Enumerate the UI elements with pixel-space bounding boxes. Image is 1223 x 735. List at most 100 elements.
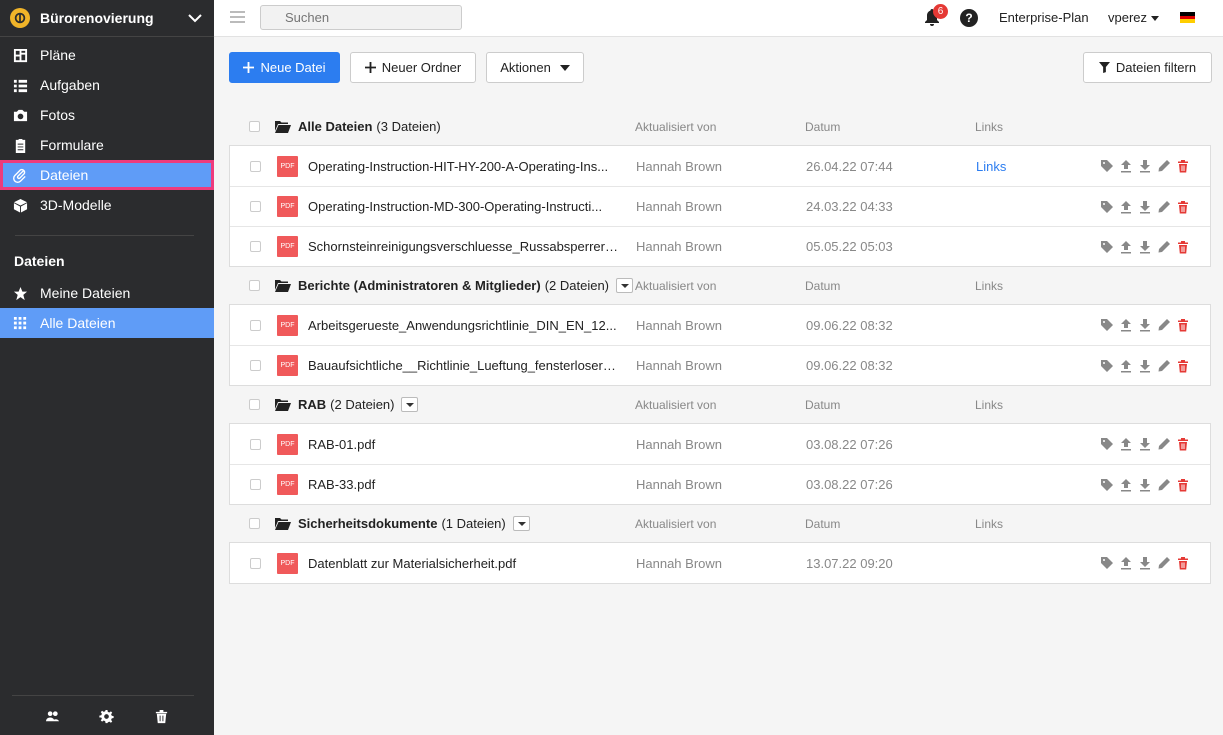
download-icon[interactable] [1138,200,1152,214]
file-row[interactable]: PDF Operating-Instruction-MD-300-Operatin… [230,186,1210,226]
trash-icon[interactable] [1176,556,1190,570]
folder-row[interactable]: Berichte (Administratoren & Mitglieder)(… [229,267,1211,304]
project-switcher[interactable]: Bürorenovierung [0,0,214,37]
download-icon[interactable] [1138,318,1152,332]
file-name[interactable]: RAB-01.pdf [308,437,618,452]
file-row[interactable]: PDF Bauaufsichtliche__Richtlinie_Lueftung… [230,345,1210,385]
column-header-links[interactable]: Links [975,120,1003,134]
folder-dropdown-button[interactable] [616,278,634,293]
file-row[interactable]: PDF Operating-Instruction-HIT-HY-200-A-Op… [230,146,1210,186]
file-name[interactable]: Datenblatt zur Materialsicherheit.pdf [308,556,618,571]
tag-icon[interactable] [1100,556,1114,570]
select-checkbox[interactable] [250,438,261,450]
nav-item-meine-dateien[interactable]: Meine Dateien [0,278,214,308]
folder-dropdown-button[interactable] [512,516,530,531]
search-input[interactable] [285,10,461,25]
upload-icon[interactable] [1119,437,1133,451]
trash-icon[interactable] [1176,159,1190,173]
file-name[interactable]: Operating-Instruction-HIT-HY-200-A-Opera… [308,159,618,174]
links-link[interactable]: Links [976,159,1006,174]
filter-files-button[interactable]: Dateien filtern [1083,52,1212,83]
download-icon[interactable] [1138,359,1152,373]
file-name[interactable]: RAB-33.pdf [308,477,618,492]
actions-button[interactable]: Aktionen [486,52,584,83]
column-header-updated-by[interactable]: Aktualisiert von [635,517,716,531]
new-folder-button[interactable]: Neuer Ordner [350,52,476,83]
select-checkbox[interactable] [250,241,261,252]
trash-icon[interactable] [1176,318,1190,332]
file-row[interactable]: PDF Datenblatt zur Materialsicherheit.pdf… [230,543,1210,583]
tag-icon[interactable] [1100,200,1114,214]
column-header-links[interactable]: Links [975,398,1003,412]
select-checkbox[interactable] [249,399,260,410]
german-flag-icon[interactable] [1180,12,1195,23]
trash-icon[interactable] [1176,240,1190,254]
column-header-links[interactable]: Links [975,517,1003,531]
download-icon[interactable] [1138,240,1152,254]
pencil-icon[interactable] [1157,478,1171,492]
plan-link[interactable]: Enterprise-Plan [999,10,1089,25]
select-checkbox[interactable] [249,280,260,291]
folder-row[interactable]: Alle Dateien (3 Dateien) Aktualisiert von D… [229,108,1211,145]
trash-icon[interactable] [1176,359,1190,373]
upload-icon[interactable] [1119,318,1133,332]
tag-icon[interactable] [1100,437,1114,451]
pencil-icon[interactable] [1157,437,1171,451]
upload-icon[interactable] [1119,359,1133,373]
nav-item-aufgaben[interactable]: Aufgaben [0,70,214,100]
users-icon[interactable] [45,709,60,724]
folder-name[interactable]: Sicherheitsdokumente (1 Dateien) [298,516,530,531]
folder-name[interactable]: RAB (2 Dateien) [298,397,419,412]
file-row[interactable]: PDF Arbeitsgerueste_Anwendungsrichtlinie_… [230,305,1210,345]
download-icon[interactable] [1138,556,1152,570]
folder-name[interactable]: Berichte (Administratoren & Mitglieder)(… [298,278,634,293]
nav-item-formulare[interactable]: Formulare [0,130,214,160]
pencil-icon[interactable] [1157,159,1171,173]
file-name[interactable]: Operating-Instruction-MD-300-Operating-I… [308,199,618,214]
select-checkbox[interactable] [249,518,260,529]
column-header-links[interactable]: Links [975,279,1003,293]
trash-icon[interactable] [1176,437,1190,451]
column-header-updated-by[interactable]: Aktualisiert von [635,279,716,293]
column-header-updated-by[interactable]: Aktualisiert von [635,398,716,412]
trash-icon[interactable] [154,709,169,724]
select-checkbox[interactable] [250,160,261,172]
upload-icon[interactable] [1119,159,1133,173]
file-row[interactable]: PDF RAB-01.pdf Hannah Brown 03.08.22 07:26 [230,424,1210,464]
file-row[interactable]: PDF RAB-33.pdf Hannah Brown 03.08.22 07:26 [230,464,1210,504]
download-icon[interactable] [1138,159,1152,173]
pencil-icon[interactable] [1157,240,1171,254]
folder-dropdown-button[interactable] [401,397,419,412]
nav-item-alle-dateien[interactable]: Alle Dateien [0,308,214,338]
select-checkbox[interactable] [250,479,261,490]
column-header-date[interactable]: Datum [805,517,840,531]
upload-icon[interactable] [1119,556,1133,570]
trash-icon[interactable] [1176,478,1190,492]
user-menu[interactable]: vperez [1108,10,1160,25]
file-name[interactable]: Bauaufsichtliche__Richtlinie_Lueftung_fe… [308,358,618,373]
tag-icon[interactable] [1100,359,1114,373]
select-checkbox[interactable] [250,557,261,569]
select-checkbox[interactable] [250,319,261,331]
tag-icon[interactable] [1100,159,1114,173]
column-header-date[interactable]: Datum [805,279,840,293]
new-file-button[interactable]: Neue Datei [229,52,340,83]
tag-icon[interactable] [1100,240,1114,254]
upload-icon[interactable] [1119,200,1133,214]
gear-icon[interactable] [99,709,115,724]
folder-row[interactable]: Sicherheitsdokumente (1 Dateien) Aktualisi… [229,505,1211,542]
column-header-date[interactable]: Datum [805,120,840,134]
download-icon[interactable] [1138,437,1152,451]
tag-icon[interactable] [1100,318,1114,332]
pencil-icon[interactable] [1157,359,1171,373]
column-header-date[interactable]: Datum [805,398,840,412]
upload-icon[interactable] [1119,240,1133,254]
select-checkbox[interactable] [250,201,261,212]
folder-name[interactable]: Alle Dateien (3 Dateien) [298,119,441,134]
nav-item-fotos[interactable]: Fotos [0,100,214,130]
help-icon[interactable]: ? [960,9,978,27]
upload-icon[interactable] [1119,478,1133,492]
nav-item-3d-modelle[interactable]: 3D-Modelle [0,190,214,220]
column-header-updated-by[interactable]: Aktualisiert von [635,120,716,134]
file-name[interactable]: Schornsteinreinigungsverschluesse_Russab… [308,239,618,254]
